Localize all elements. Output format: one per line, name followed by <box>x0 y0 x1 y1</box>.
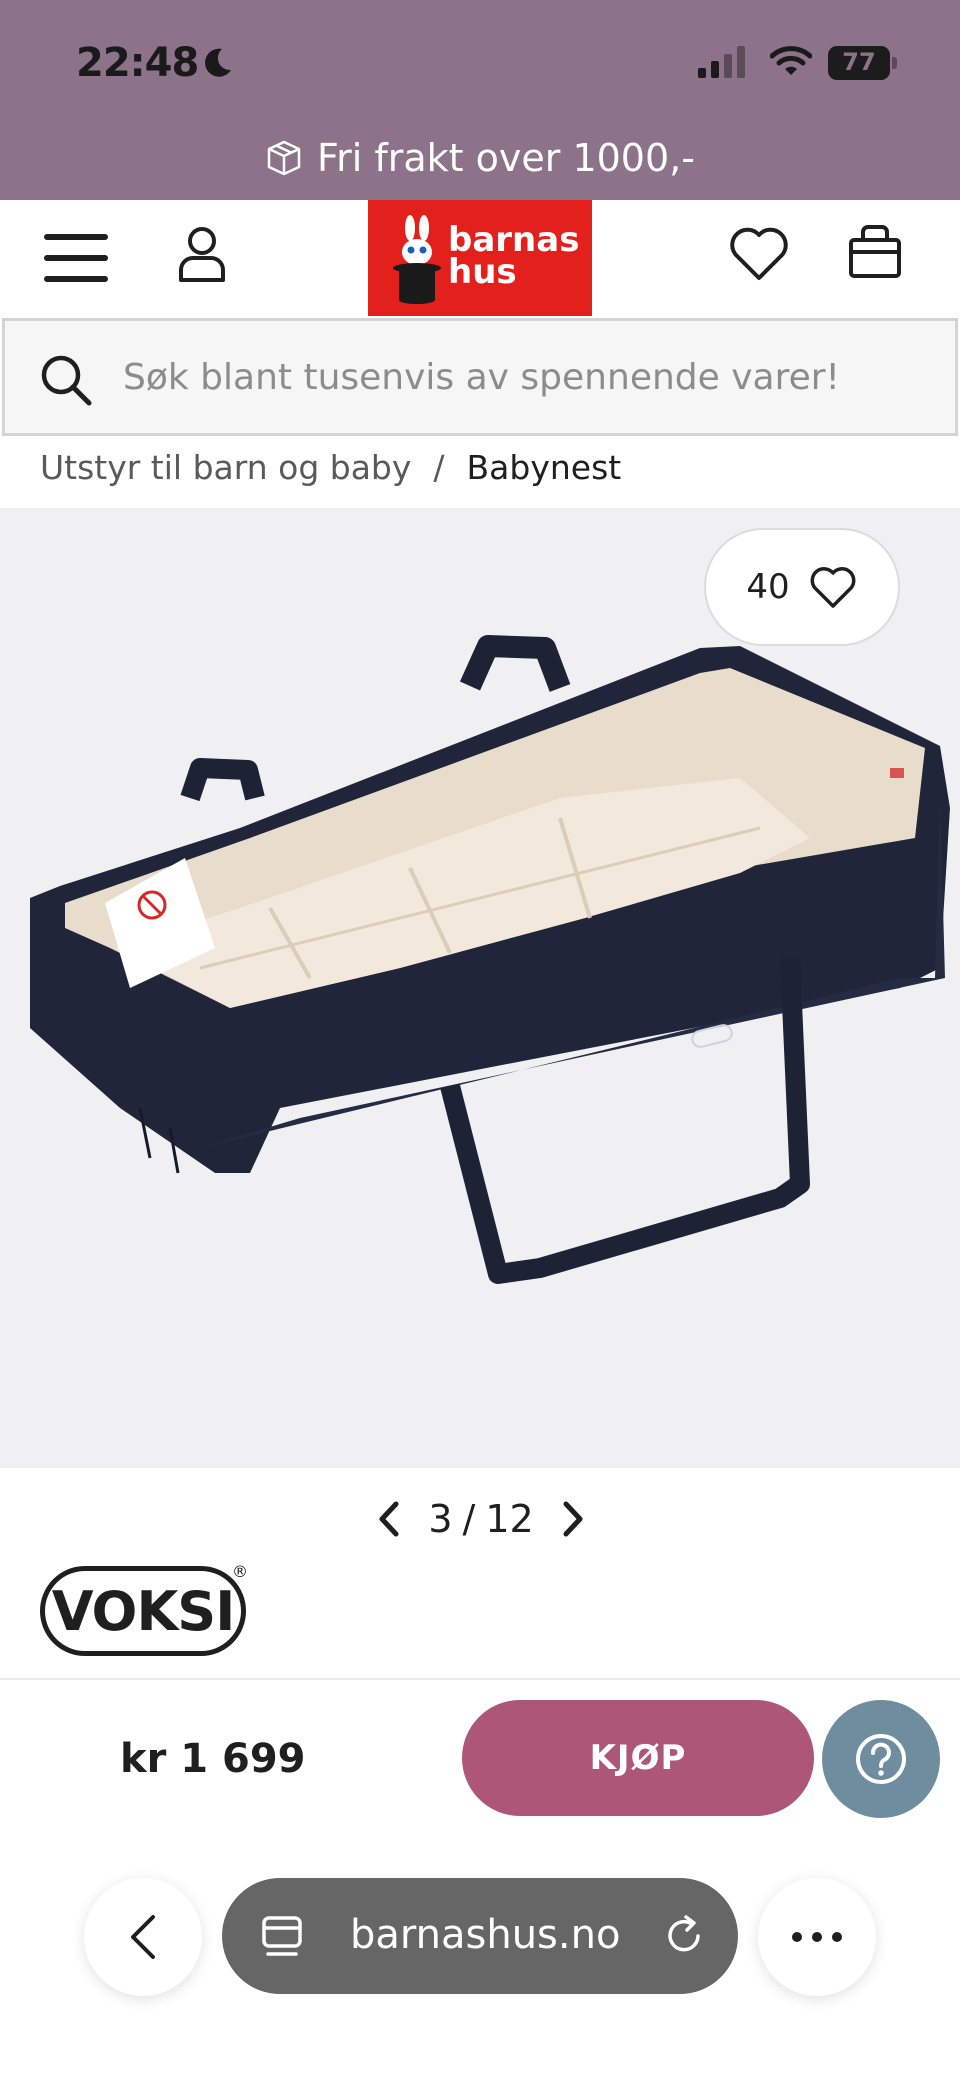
url-text: barnashus.no <box>350 1912 621 1958</box>
wifi-icon <box>770 46 812 75</box>
account-icon[interactable] <box>176 224 228 284</box>
question-icon <box>856 1734 906 1784</box>
chevron-right-icon[interactable] <box>562 1500 586 1538</box>
tabs-icon[interactable] <box>260 1914 304 1958</box>
browser-more-button[interactable] <box>758 1878 876 1996</box>
menu-icon[interactable] <box>44 230 108 286</box>
breadcrumb-current[interactable]: Babynest <box>467 448 622 487</box>
shopping-bag-icon[interactable] <box>846 220 904 282</box>
brand-logo[interactable]: VOKSI <box>40 1566 246 1656</box>
breadcrumb-separator: / <box>433 447 445 487</box>
cellular-signal-icon <box>698 46 745 78</box>
wishlist-heart-icon[interactable] <box>728 224 790 282</box>
search-input[interactable] <box>123 345 923 409</box>
more-dots-icon <box>792 1932 842 1942</box>
search-icon <box>41 355 92 406</box>
promo-text: Fri frakt over 1000,- <box>317 136 695 180</box>
chevron-left-icon <box>131 1915 155 1959</box>
moon-icon <box>205 48 231 77</box>
chevron-left-icon[interactable] <box>376 1500 400 1538</box>
heart-icon <box>810 567 856 608</box>
browser-back-button[interactable] <box>84 1878 202 1996</box>
image-pager: 3 / 12 <box>376 1494 586 1544</box>
package-icon <box>267 140 301 176</box>
breadcrumb-link-category[interactable]: Utstyr til barn og baby <box>40 448 411 487</box>
favorite-button[interactable]: 40 <box>704 528 900 646</box>
free-shipping-banner: Fri frakt over 1000,- <box>0 128 960 188</box>
status-time: 22:48 <box>76 40 199 86</box>
battery-indicator: 77 <box>828 46 898 80</box>
image-total-count: 12 <box>485 1497 534 1541</box>
favorite-count: 40 <box>746 567 790 607</box>
site-logo[interactable]: barnas hus <box>368 200 592 316</box>
help-button[interactable] <box>822 1700 940 1818</box>
product-price: kr 1 699 <box>120 1736 306 1782</box>
logo-line-2: hus <box>448 252 517 292</box>
image-current-index: 3 <box>428 1497 453 1541</box>
breadcrumb: Utstyr til barn og baby / Babynest <box>40 442 621 492</box>
product-image <box>30 635 950 1284</box>
image-index-separator: / <box>462 1497 476 1541</box>
reload-icon[interactable] <box>662 1914 706 1958</box>
search-bar[interactable] <box>2 318 958 436</box>
address-bar[interactable]: barnashus.no <box>222 1878 738 1994</box>
rabbit-hat-logo-icon <box>393 215 441 304</box>
buy-button[interactable]: KJØP <box>462 1700 814 1816</box>
brand-registered-mark: ® <box>232 1562 248 1581</box>
